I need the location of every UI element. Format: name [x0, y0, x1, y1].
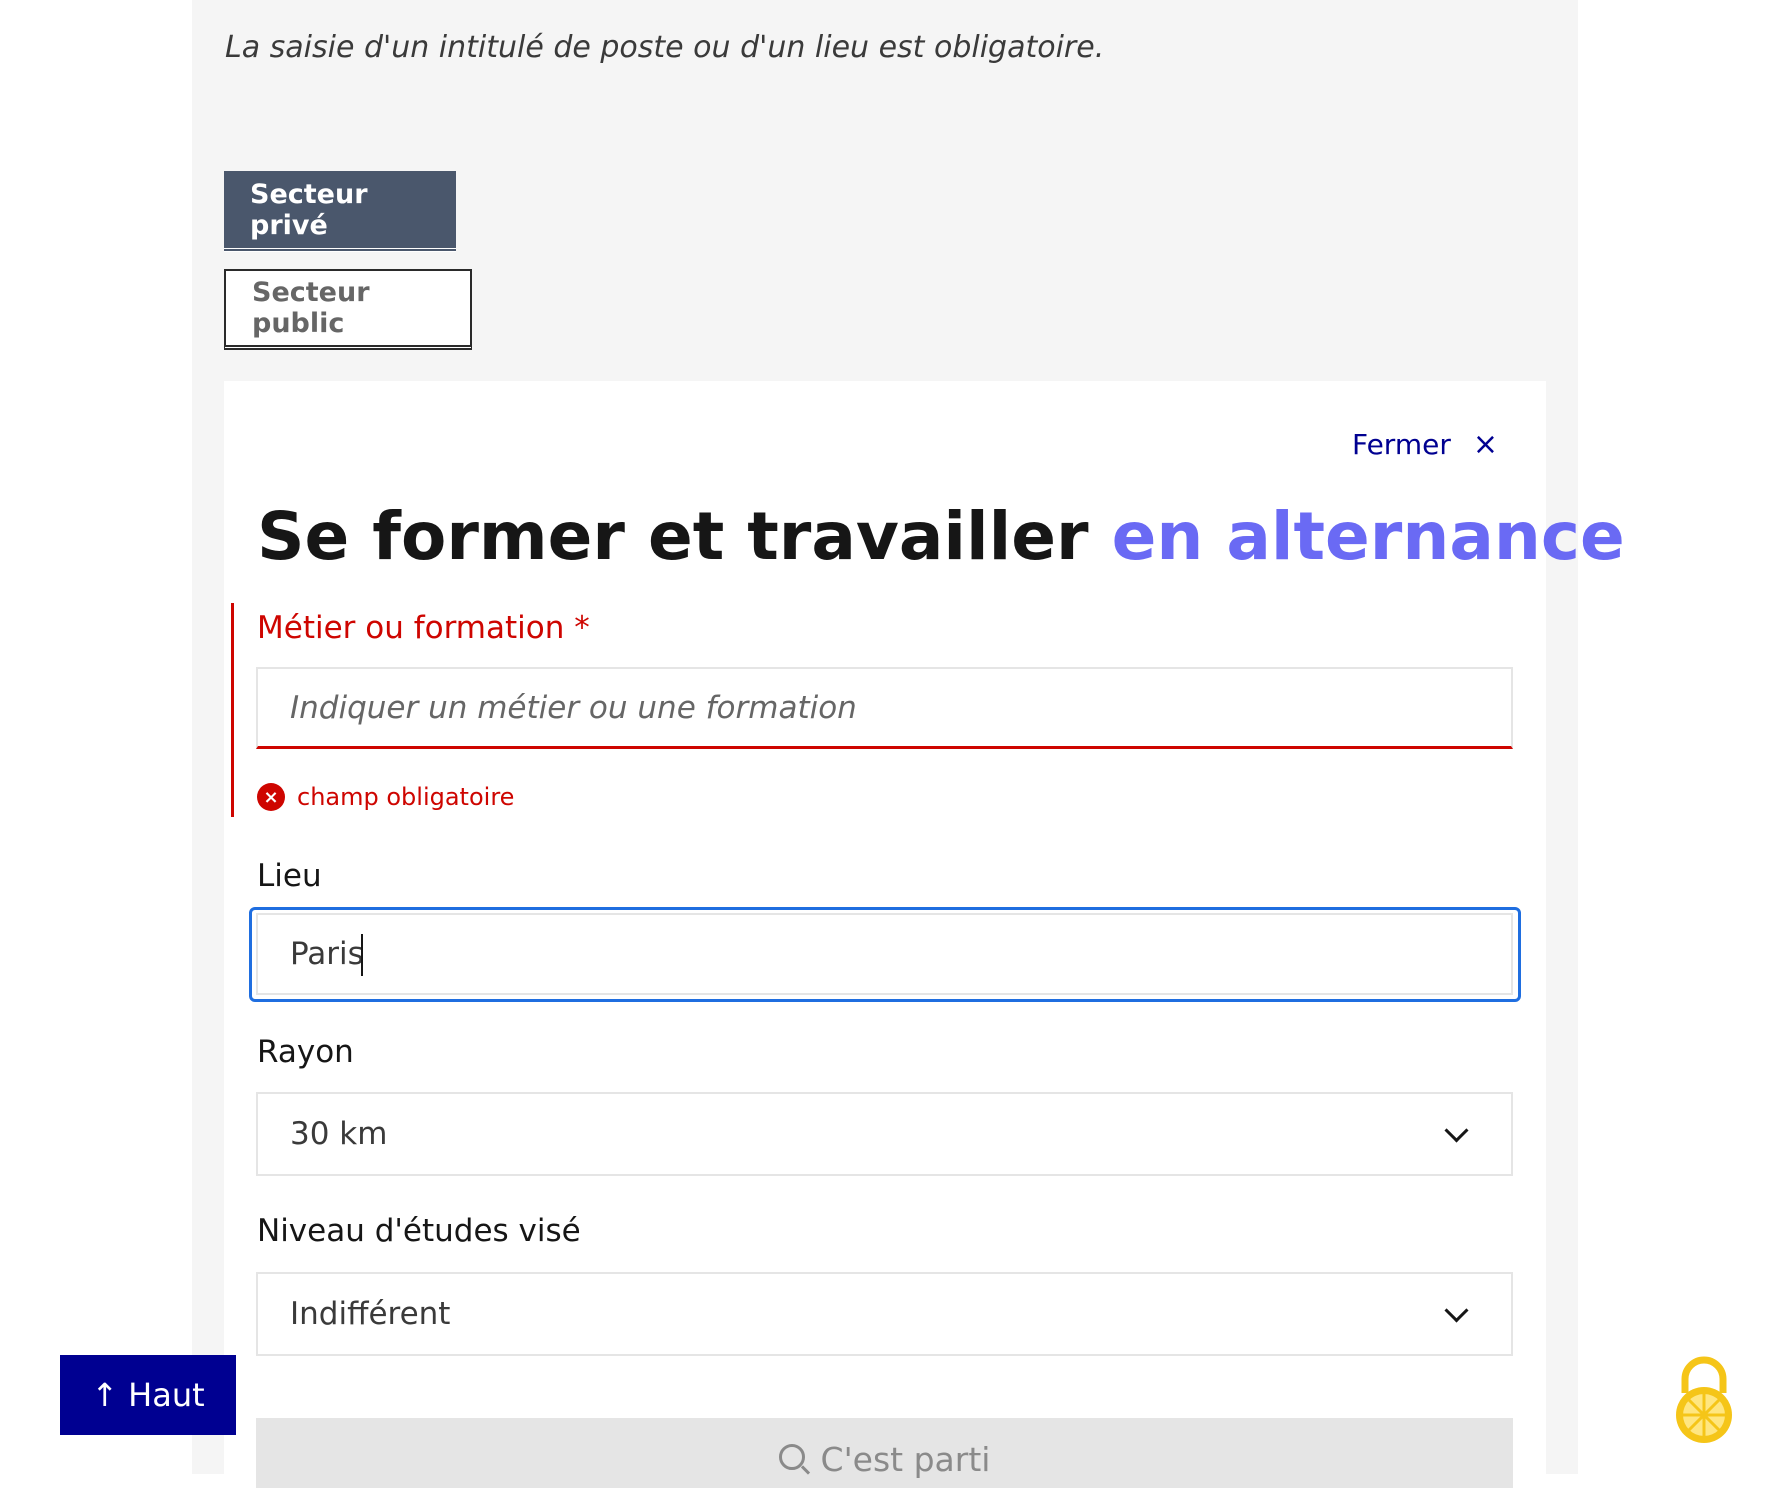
title-accent: en alternance: [1111, 498, 1625, 575]
error-indicator-bar: [231, 603, 234, 817]
required-mark: *: [564, 610, 590, 646]
niveau-select[interactable]: Indifférent: [256, 1272, 1513, 1356]
error-icon: ×: [257, 783, 285, 811]
sector-public-button[interactable]: Secteur public: [224, 269, 472, 350]
niveau-selected-value: Indifférent: [290, 1296, 451, 1332]
text-caret: [361, 934, 363, 976]
close-icon: ×: [1472, 426, 1498, 462]
metier-label: Métier ou formation *: [257, 610, 590, 646]
submit-button[interactable]: C'est parti: [256, 1418, 1513, 1488]
submit-label: C'est parti: [820, 1440, 991, 1479]
rayon-label: Rayon: [257, 1034, 354, 1070]
lieu-input[interactable]: [256, 913, 1513, 995]
lieu-label: Lieu: [257, 858, 322, 894]
rayon-select[interactable]: 30 km: [256, 1092, 1513, 1176]
back-to-top-button[interactable]: ↑ Haut: [60, 1355, 236, 1435]
chevron-down-icon: [1444, 1117, 1469, 1143]
intro-text: La saisie d'un intitulé de poste ou d'un…: [225, 30, 1105, 65]
metier-error-message: × champ obligatoire: [257, 783, 514, 811]
arrow-up-icon: ↑: [91, 1376, 119, 1414]
chevron-down-icon: [1444, 1297, 1469, 1323]
sector-private-button[interactable]: Secteur privé: [224, 171, 456, 252]
close-button[interactable]: Fermer ×: [1352, 428, 1498, 461]
metier-input[interactable]: [256, 667, 1513, 749]
lock-icon[interactable]: [1667, 1353, 1741, 1445]
page-title: Se former et travailler en alternance: [257, 498, 1625, 575]
title-main: Se former et travailler: [257, 498, 1112, 575]
rayon-selected-value: 30 km: [290, 1116, 388, 1152]
error-text: champ obligatoire: [297, 783, 515, 811]
close-label: Fermer: [1352, 428, 1451, 461]
metier-label-text: Métier ou formation: [257, 610, 565, 646]
niveau-label: Niveau d'études visé: [257, 1213, 581, 1249]
back-to-top-label: Haut: [128, 1376, 205, 1414]
search-icon: [778, 1444, 805, 1470]
